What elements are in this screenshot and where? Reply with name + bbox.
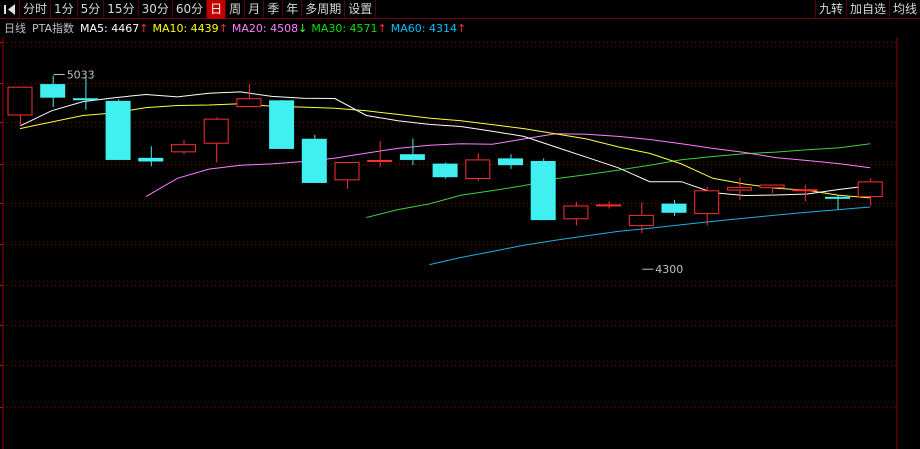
legend-ma-2: MA20: 4508	[231, 22, 299, 35]
right-tab-2[interactable]: 均线	[888, 0, 920, 19]
right-tab-0[interactable]: 九转	[814, 0, 846, 19]
candle-body-11	[367, 159, 393, 162]
candle-body-25	[825, 196, 850, 199]
candle-body-20	[661, 203, 687, 213]
legend-name: PTA指数	[32, 22, 75, 35]
candle-body-14	[465, 159, 491, 180]
candle-body-17	[563, 205, 589, 220]
tab-8[interactable]: 月	[245, 0, 265, 19]
candle-body-26	[857, 181, 883, 198]
menu-tab[interactable]	[0, 0, 20, 19]
tab-7[interactable]: 周	[226, 0, 246, 19]
candle-body-15	[498, 158, 523, 166]
right-toolbar: 九转 加自选 均线	[814, 0, 920, 19]
tab-3[interactable]: 15分	[104, 0, 139, 19]
legend-ma-0: MA5: 4467	[80, 22, 140, 35]
legend-ma-4: MA60: 4314	[390, 22, 457, 35]
legend-ma-arrow-4: ↑	[457, 22, 467, 35]
candle-body-24	[792, 189, 818, 192]
candle-body-9	[301, 138, 327, 183]
candlestick-chart: 5033 4300	[0, 37, 898, 449]
tab-4[interactable]: 30分	[139, 0, 173, 19]
legend-ma-arrow-0: ↑	[139, 22, 149, 35]
candle-body-0	[7, 86, 33, 116]
annotation-label-0: 5033	[67, 68, 95, 81]
candle-body-21	[694, 190, 720, 215]
legend-ma-3: MA30: 4571	[311, 22, 378, 35]
candle-body-2	[72, 98, 98, 101]
legend-period: 日线	[4, 22, 26, 35]
candle-body-4	[138, 157, 164, 162]
legend-ma-arrow-2: ↓	[298, 22, 308, 35]
tab-1[interactable]: 1分	[51, 0, 78, 19]
tab-6[interactable]: 日	[207, 0, 227, 19]
annotation-label-1: 4300	[655, 263, 683, 276]
ma10-line	[19, 103, 871, 199]
candle-body-19	[628, 214, 654, 227]
legend-ma-arrow-3: ↑	[377, 22, 387, 35]
legend-ma-1: MA10: 4439	[152, 22, 219, 35]
tab-2[interactable]: 5分	[78, 0, 105, 19]
chart-menu-icon	[4, 4, 15, 15]
candle-body-12	[399, 154, 425, 160]
legend-ma-arrow-1: ↑	[218, 22, 228, 35]
candle-body-16	[530, 160, 556, 221]
candle-body-10	[334, 162, 360, 181]
tab-12[interactable]: 设置	[345, 0, 377, 19]
candle-body-13	[432, 163, 458, 178]
tab-10[interactable]: 年	[283, 0, 303, 19]
candle-body-23	[759, 184, 785, 189]
ma30-line	[366, 143, 871, 218]
candle-body-1	[40, 84, 66, 98]
candle-body-7	[236, 98, 262, 108]
candle-body-5	[171, 144, 196, 153]
tab-5[interactable]: 60分	[173, 0, 208, 19]
candle-body-18	[596, 204, 622, 207]
candle-body-8	[269, 100, 295, 149]
tab-9[interactable]: 季	[264, 0, 284, 19]
period-toolbar: 分时 1分 5分 15分 30分 60分日周月季年多周期 设置	[0, 0, 920, 19]
ma-legend: 日线 PTA指数 MA5: 4467 ↑ MA10: 4439 ↑ MA20: 4508…	[4, 22, 470, 36]
right-tab-1[interactable]: 加自选	[845, 0, 889, 19]
tab-0[interactable]: 分时	[20, 0, 52, 19]
candle-body-22	[726, 186, 752, 191]
candle-body-6	[203, 118, 229, 144]
candle-body-3	[105, 100, 131, 160]
tab-11[interactable]: 多周期	[302, 0, 346, 19]
